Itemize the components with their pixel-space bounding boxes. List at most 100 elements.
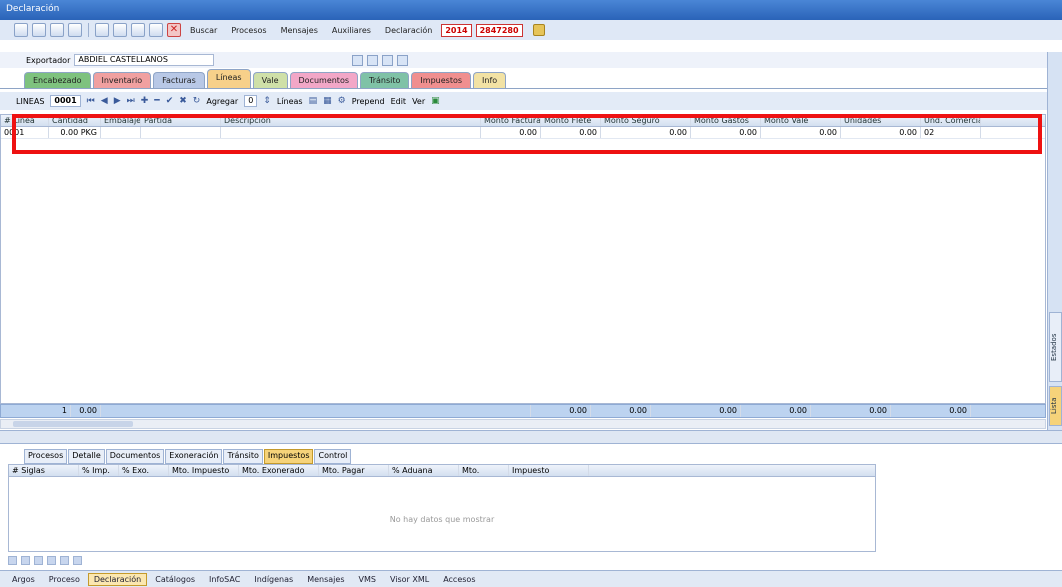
- exporter-search-icon[interactable]: [352, 54, 364, 66]
- grid-icon[interactable]: [131, 23, 145, 37]
- taxes-col-header[interactable]: % Exo.: [119, 465, 169, 476]
- grid-col-header[interactable]: Monto Factura: [481, 115, 541, 126]
- prepend-button[interactable]: Prepend: [352, 97, 385, 106]
- tab-1[interactable]: Inventario: [92, 72, 152, 89]
- tab-5[interactable]: Documentos: [289, 72, 359, 89]
- bottom-tab-1[interactable]: Detalle: [68, 449, 105, 464]
- grid-col-header[interactable]: Partida: [141, 115, 221, 126]
- table-cell[interactable]: 0001: [1, 127, 49, 138]
- menu-auxiliares[interactable]: Auxiliares: [327, 26, 376, 35]
- exporter-edit-icon[interactable]: [382, 54, 394, 66]
- panel-splitter[interactable]: [0, 430, 1062, 444]
- taxes-col-header[interactable]: Mto. Impuesto: [169, 465, 239, 476]
- taxes-col-header[interactable]: # Siglas: [9, 465, 79, 476]
- bottom-item-7[interactable]: VMS: [352, 573, 381, 586]
- exporter-view-icon[interactable]: [397, 54, 409, 66]
- table-row[interactable]: 0001 0.00 PKG 0.00 0.00 0.00 0.00 0.00 0.00 02: [1, 127, 1045, 139]
- lineas-value[interactable]: 0001: [50, 95, 81, 107]
- bottom-tab-2[interactable]: Documentos: [105, 449, 165, 464]
- table-cell[interactable]: [141, 127, 221, 138]
- nav-next-icon[interactable]: [34, 555, 43, 565]
- grid-col-header[interactable]: Monto Flete: [541, 115, 601, 126]
- grid-col-header[interactable]: Cantidad: [49, 115, 101, 126]
- prev-icon[interactable]: ◀: [101, 96, 108, 106]
- table-cell[interactable]: 0.00: [761, 127, 841, 138]
- grid-col-header[interactable]: Monto Vale: [761, 115, 841, 126]
- folder-icon[interactable]: ▤: [309, 96, 318, 106]
- scroll-thumb[interactable]: [13, 421, 133, 427]
- bottom-tab-4[interactable]: Tránsito: [223, 449, 263, 464]
- bottom-item-0[interactable]: Argos: [6, 573, 41, 586]
- taxes-col-header[interactable]: % Imp.: [79, 465, 119, 476]
- grid-col-header[interactable]: # Línea: [1, 115, 49, 126]
- lineas-menu[interactable]: Líneas: [277, 97, 303, 106]
- tab-7[interactable]: Impuestos: [411, 72, 472, 89]
- check-icon[interactable]: ✔: [166, 96, 174, 106]
- grid-col-header[interactable]: Monto Seguro: [601, 115, 691, 126]
- nav-first-icon[interactable]: [8, 555, 17, 565]
- table-cell[interactable]: 02: [921, 127, 981, 138]
- ver-button[interactable]: Ver: [412, 97, 425, 106]
- paste-icon[interactable]: [113, 23, 127, 37]
- exporter-add-icon[interactable]: [367, 54, 379, 66]
- tab-3[interactable]: Líneas: [206, 69, 251, 89]
- exporter-field[interactable]: ABDIEL CASTELLANOS: [74, 54, 215, 66]
- copy-icon[interactable]: [95, 23, 109, 37]
- tab-4[interactable]: Vale: [252, 72, 288, 89]
- table-cell[interactable]: 0.00: [481, 127, 541, 138]
- add-icon[interactable]: ✚: [141, 96, 149, 106]
- table-cell[interactable]: 0.00: [841, 127, 921, 138]
- taxes-col-header[interactable]: % Aduana: [389, 465, 459, 476]
- menu-mensajes[interactable]: Mensajes: [276, 26, 323, 35]
- excel-icon[interactable]: ▣: [431, 96, 440, 106]
- table-cell[interactable]: 0.00: [691, 127, 761, 138]
- bottom-item-9[interactable]: Accesos: [437, 573, 481, 586]
- first-icon[interactable]: ⏮: [87, 96, 95, 106]
- tab-6[interactable]: Tránsito: [360, 72, 410, 89]
- menu-procesos[interactable]: Procesos: [226, 26, 271, 35]
- bottom-item-1[interactable]: Proceso: [43, 573, 86, 586]
- table-cell[interactable]: [101, 127, 141, 138]
- table-cell[interactable]: 0.00: [541, 127, 601, 138]
- taxes-col-header[interactable]: Mto. Aduana: [459, 465, 509, 476]
- grid-col-header[interactable]: Embalaje: [101, 115, 141, 126]
- bottom-item-2[interactable]: Declaración: [87, 572, 148, 586]
- tab-0[interactable]: Encabezado: [24, 72, 91, 89]
- lock-icon[interactable]: [532, 24, 545, 36]
- taxes-col-header[interactable]: Mto. Pagar: [319, 465, 389, 476]
- remove-icon[interactable]: ━: [154, 96, 159, 106]
- close-icon[interactable]: ✕: [167, 23, 181, 37]
- tab-8[interactable]: Info: [473, 72, 507, 89]
- agregar-field[interactable]: 0: [244, 95, 258, 107]
- edit-button[interactable]: Edit: [391, 97, 407, 106]
- bottom-tab-0[interactable]: Procesos: [24, 449, 68, 464]
- grid-col-header[interactable]: Monto Gastos: [691, 115, 761, 126]
- refresh-icon[interactable]: ↻: [193, 96, 201, 106]
- grid-col-header[interactable]: Descripción: [221, 115, 481, 126]
- bottom-tab-6[interactable]: Control: [314, 449, 352, 464]
- spinner-icon[interactable]: ⇕: [263, 96, 271, 106]
- tab-2[interactable]: Facturas: [153, 72, 205, 89]
- menu-declaracion[interactable]: Declaración: [380, 26, 437, 35]
- menu-buscar[interactable]: Buscar: [185, 26, 222, 35]
- bottom-item-6[interactable]: Mensajes: [301, 573, 350, 586]
- nav-delete-icon[interactable]: [73, 555, 82, 565]
- last-icon[interactable]: ⏭: [127, 96, 135, 106]
- horizontal-scrollbar[interactable]: [0, 419, 1046, 429]
- open-icon[interactable]: [32, 23, 46, 37]
- taxes-col-header[interactable]: Mto. Exonerado: [239, 465, 319, 476]
- bottom-tab-5[interactable]: Impuestos: [263, 449, 314, 464]
- bottom-item-3[interactable]: Catálogos: [149, 573, 201, 586]
- grid-col-header[interactable]: Unidades: [841, 115, 921, 126]
- bottom-item-5[interactable]: Indígenas: [248, 573, 299, 586]
- nav-last-icon[interactable]: [47, 555, 56, 565]
- print-icon[interactable]: [68, 23, 82, 37]
- chart-icon[interactable]: ▦: [323, 96, 332, 106]
- bottom-item-4[interactable]: InfoSAC: [203, 573, 246, 586]
- table-cell[interactable]: [221, 127, 481, 138]
- grid-col-header[interactable]: Und. Comercial: [921, 115, 981, 126]
- next-icon[interactable]: ▶: [114, 96, 121, 106]
- dropdown-icon[interactable]: [149, 23, 163, 37]
- new-icon[interactable]: [14, 23, 28, 37]
- side-tab-lista[interactable]: Lista: [1049, 386, 1062, 426]
